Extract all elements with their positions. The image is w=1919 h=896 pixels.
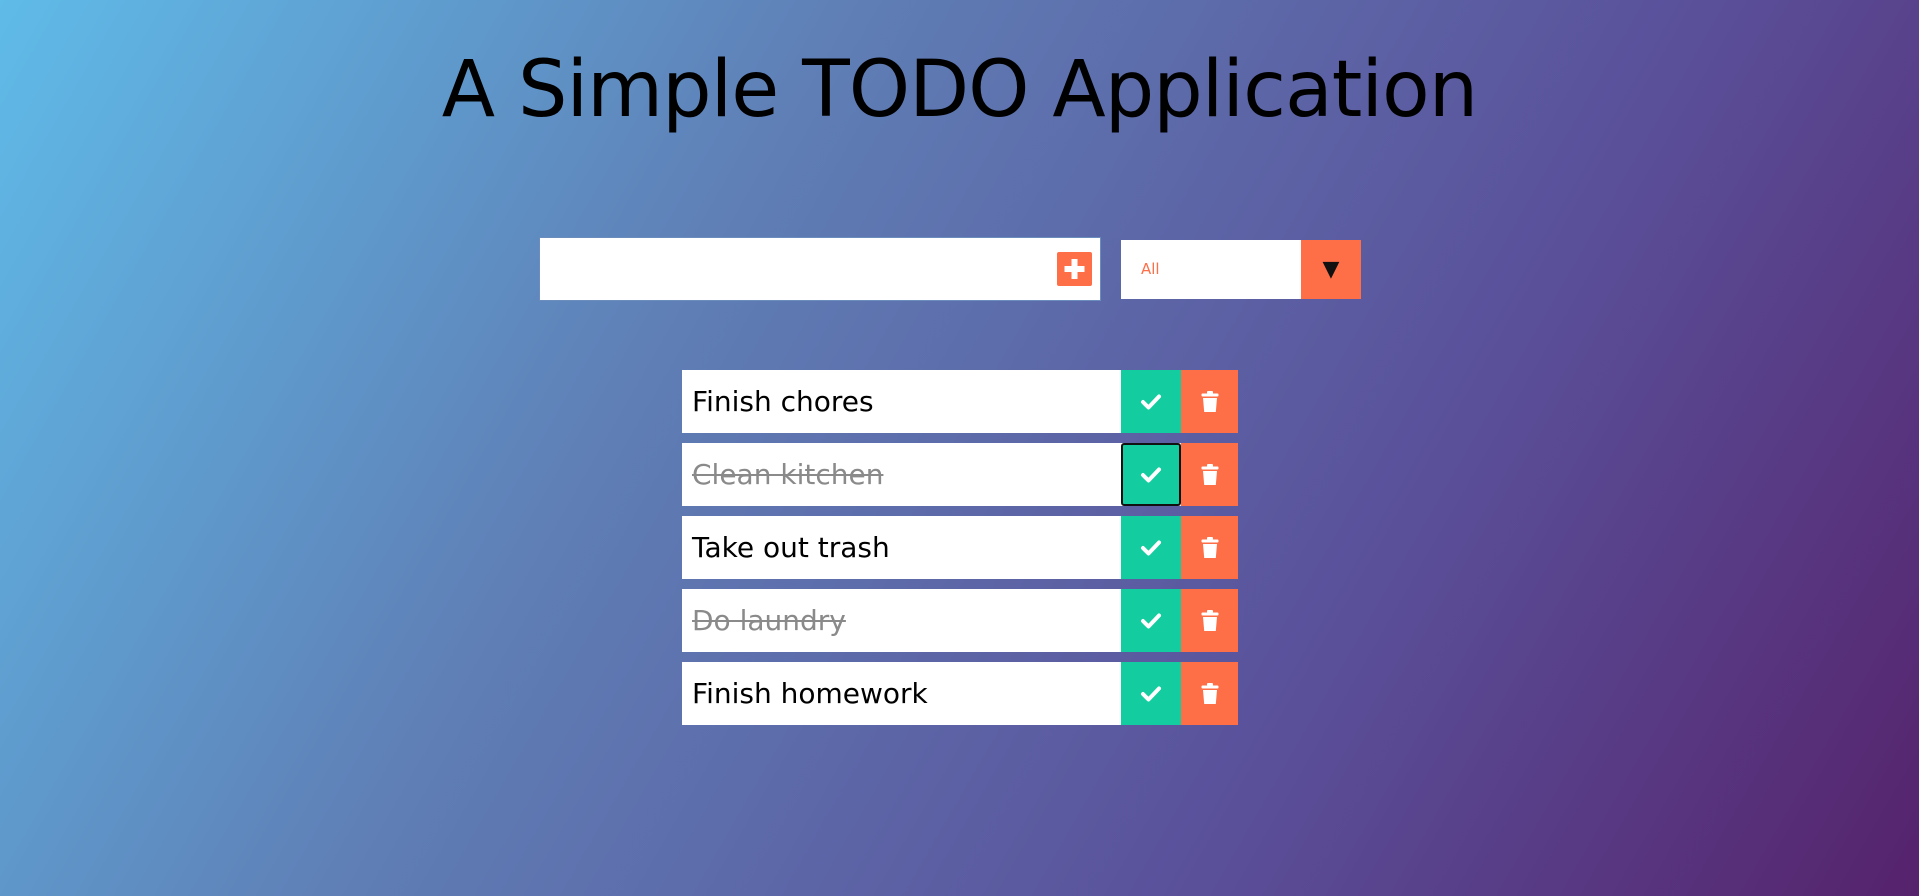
todo-text: Clean kitchen	[692, 458, 884, 491]
todo-text: Finish homework	[692, 677, 928, 710]
delete-button[interactable]	[1181, 589, 1238, 652]
delete-button[interactable]	[1181, 662, 1238, 725]
trash-icon	[1201, 463, 1218, 485]
complete-button[interactable]	[1121, 589, 1181, 652]
complete-button[interactable]	[1121, 516, 1181, 579]
todo-list: Finish chores Clean kitchen Take out tra…	[682, 370, 1238, 735]
check-icon	[1141, 613, 1161, 628]
todo-text: Do laundry	[692, 604, 846, 637]
todo-item: Finish homework	[682, 662, 1238, 725]
delete-button[interactable]	[1181, 516, 1238, 579]
check-icon	[1141, 540, 1161, 555]
trash-icon	[1201, 536, 1218, 558]
todo-item: Take out trash	[682, 516, 1238, 579]
check-icon	[1141, 467, 1161, 482]
trash-icon	[1201, 390, 1218, 412]
filter-dropdown-button[interactable]: ▼	[1301, 240, 1361, 299]
todo-input[interactable]	[540, 238, 1050, 300]
check-icon	[1141, 394, 1161, 409]
page-title: A Simple TODO Application	[441, 45, 1478, 135]
add-todo-form	[539, 237, 1101, 301]
todo-item: Finish chores	[682, 370, 1238, 433]
delete-button[interactable]	[1181, 443, 1238, 506]
todo-text: Take out trash	[692, 531, 890, 564]
complete-button[interactable]	[1121, 370, 1181, 433]
check-icon	[1141, 686, 1161, 701]
triangle-down-icon: ▼	[1322, 257, 1340, 282]
filter-select[interactable]: All ▼	[1121, 240, 1361, 299]
complete-button[interactable]	[1121, 443, 1181, 506]
trash-icon	[1201, 609, 1218, 631]
filter-selected-value: All	[1141, 260, 1160, 278]
plus-icon	[1064, 259, 1085, 279]
todo-text: Finish chores	[692, 385, 874, 418]
todo-item: Clean kitchen	[682, 443, 1238, 506]
complete-button[interactable]	[1121, 662, 1181, 725]
trash-icon	[1201, 682, 1218, 704]
add-todo-button[interactable]	[1057, 252, 1092, 286]
todo-item: Do laundry	[682, 589, 1238, 652]
delete-button[interactable]	[1181, 370, 1238, 433]
